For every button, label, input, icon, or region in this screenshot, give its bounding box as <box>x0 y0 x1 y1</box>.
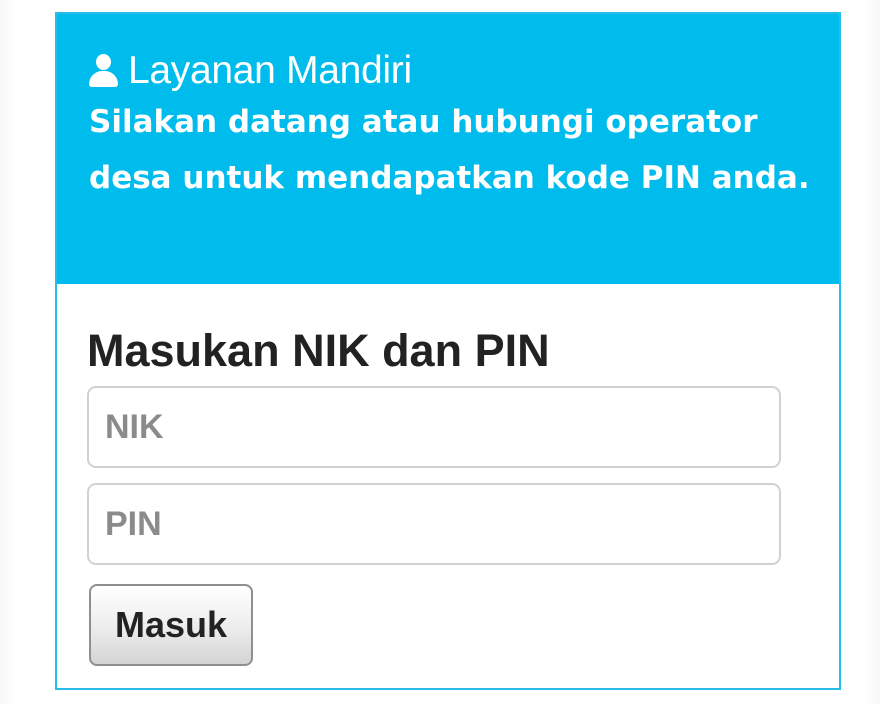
user-icon-head <box>96 54 111 70</box>
self-service-panel: Layanan Mandiri Silakan datang atau hubu… <box>55 12 841 690</box>
nik-input[interactable] <box>87 386 781 468</box>
panel-title-row: Layanan Mandiri <box>87 48 809 94</box>
user-icon <box>87 54 121 90</box>
pin-instructions: Silakan datang atau hubungi operator des… <box>89 104 810 196</box>
login-form-title: Masukan NIK dan PIN <box>87 325 550 376</box>
login-form-area: Masukan NIK dan PIN Masuk <box>57 284 839 666</box>
panel-heading: Layanan Mandiri Silakan datang atau hubu… <box>57 14 839 284</box>
login-button[interactable]: Masuk <box>89 584 253 666</box>
pin-input[interactable] <box>87 483 781 565</box>
user-icon-body <box>89 71 118 87</box>
panel-title: Layanan Mandiri <box>128 49 412 92</box>
